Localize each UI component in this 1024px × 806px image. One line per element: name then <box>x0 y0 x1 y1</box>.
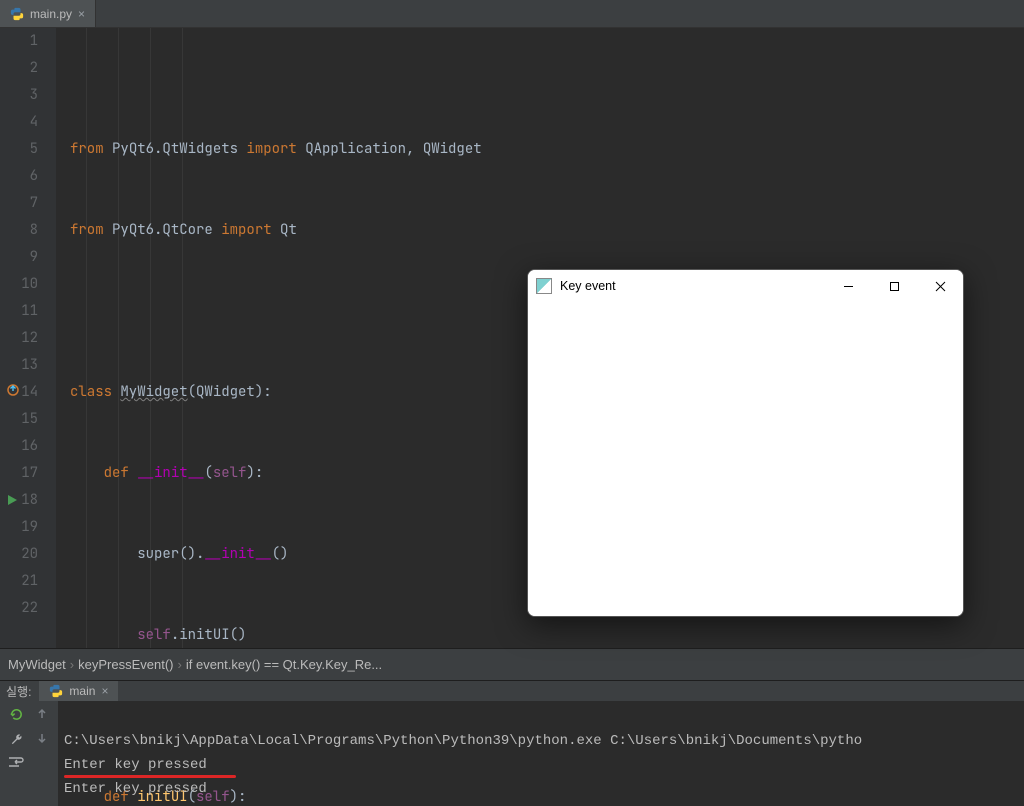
scroll-up-icon[interactable] <box>33 705 51 723</box>
file-tab-label: main.py <box>30 7 72 21</box>
minimize-icon <box>843 281 854 292</box>
app-client-area[interactable] <box>528 302 963 616</box>
minimize-button[interactable] <box>825 270 871 302</box>
override-gutter-icon[interactable] <box>6 383 20 397</box>
run-toolbar <box>0 701 58 806</box>
file-tab-main-py[interactable]: main.py × <box>0 0 96 27</box>
python-icon <box>49 684 63 698</box>
run-console[interactable]: C:\Users\bnikj\AppData\Local\Programs\Py… <box>58 701 1024 806</box>
running-app-window[interactable]: Key event <box>527 269 964 617</box>
python-icon <box>10 7 24 21</box>
scroll-down-icon[interactable] <box>33 729 51 747</box>
close-icon <box>935 281 946 292</box>
console-line: Enter key pressed <box>64 757 207 773</box>
run-gutter-play-icon[interactable] <box>6 494 18 506</box>
rerun-button[interactable] <box>7 705 25 723</box>
console-line: C:\Users\bnikj\AppData\Local\Programs\Py… <box>64 733 862 749</box>
editor-tab-bar: main.py × <box>0 0 1024 28</box>
app-window-title: Key event <box>560 279 825 293</box>
run-label: 실행: <box>6 683 31 700</box>
app-icon <box>536 278 552 294</box>
close-button[interactable] <box>917 270 963 302</box>
maximize-button[interactable] <box>871 270 917 302</box>
app-titlebar[interactable]: Key event <box>528 270 963 302</box>
settings-wrench-icon[interactable] <box>7 729 25 747</box>
console-line: Enter key pressed <box>64 781 207 797</box>
soft-wrap-icon[interactable] <box>7 753 25 771</box>
editor-gutter: 1234 5678 9101112 13141516 17181920 2122 <box>0 28 56 648</box>
breadcrumb-class[interactable]: MyWidget <box>8 657 66 672</box>
annotation-red-underline <box>64 775 236 778</box>
maximize-icon <box>889 281 900 292</box>
close-tab-icon[interactable]: × <box>78 7 85 21</box>
